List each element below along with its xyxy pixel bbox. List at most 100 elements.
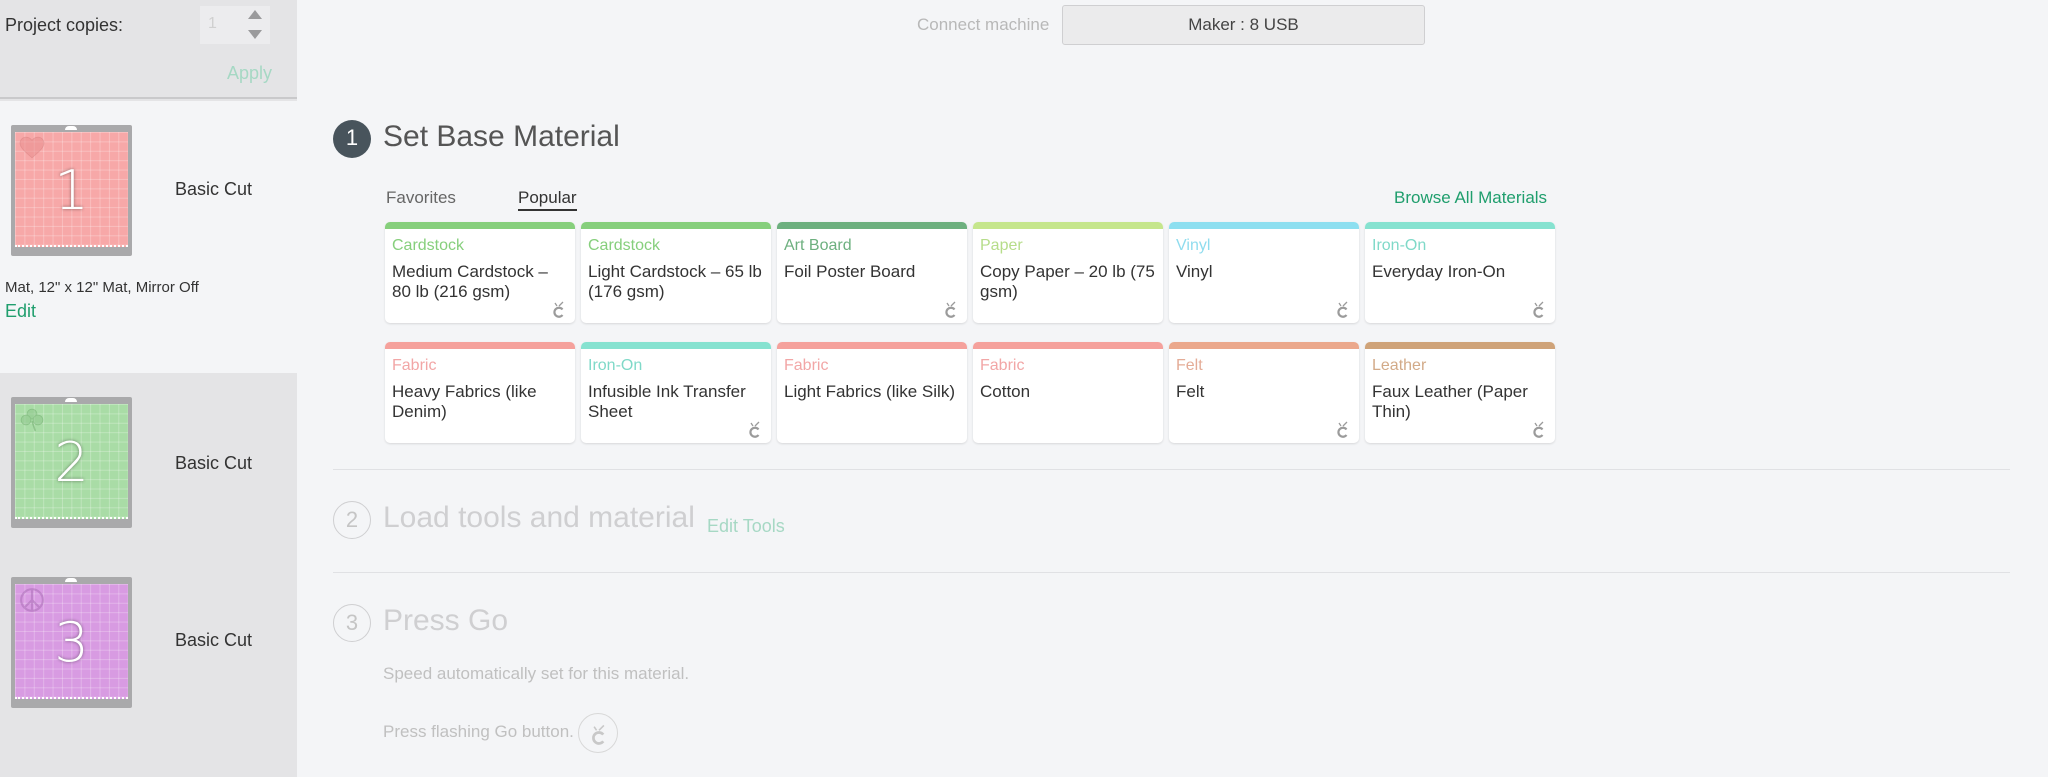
material-card[interactable]: Leather Faux Leather (Paper Thin) bbox=[1365, 342, 1555, 443]
material-card[interactable]: Iron-On Infusible Ink Transfer Sheet bbox=[581, 342, 771, 443]
material-category: Cardstock bbox=[392, 237, 465, 254]
tab-popular[interactable]: Popular bbox=[518, 188, 577, 211]
material-card[interactable]: Art Board Foil Poster Board bbox=[777, 222, 967, 323]
browse-all-materials-link[interactable]: Browse All Materials bbox=[1394, 188, 1547, 208]
material-category: Art Board bbox=[784, 237, 852, 254]
step-1-badge: 1 bbox=[333, 120, 371, 158]
step-2-title: Load tools and material bbox=[383, 501, 695, 534]
material-card[interactable]: Cardstock Medium Cardstock – 80 lb (216 g… bbox=[385, 222, 575, 323]
material-category: Leather bbox=[1372, 357, 1427, 374]
material-color-bar bbox=[973, 342, 1163, 349]
mat-thumbnail[interactable]: 2 bbox=[11, 397, 132, 528]
cricut-material-icon bbox=[1337, 421, 1348, 438]
edit-tools-link[interactable]: Edit Tools bbox=[707, 516, 785, 537]
material-color-bar bbox=[385, 342, 575, 349]
project-copies-value[interactable]: 1 bbox=[208, 15, 217, 33]
material-category: Fabric bbox=[980, 357, 1025, 374]
increment-arrow-icon[interactable] bbox=[248, 10, 262, 19]
mat-sidebar: Project copies: 1 Apply 1 Basic Cut Mat,… bbox=[0, 0, 297, 777]
mat-description: Mat, 12" x 12" Mat, Mirror Off bbox=[5, 279, 199, 296]
material-card[interactable]: Fabric Cotton bbox=[973, 342, 1163, 443]
cricut-material-icon bbox=[553, 301, 564, 318]
mat-number: 3 bbox=[54, 611, 89, 674]
tab-favorites[interactable]: Favorites bbox=[386, 188, 456, 208]
decrement-arrow-icon[interactable] bbox=[248, 30, 262, 39]
project-copies-label: Project copies: bbox=[5, 15, 124, 35]
material-card[interactable]: Fabric Light Fabrics (like Silk) bbox=[777, 342, 967, 443]
apply-button[interactable]: Apply bbox=[227, 63, 272, 84]
step-3-badge: 3 bbox=[333, 604, 371, 642]
material-category: Vinyl bbox=[1176, 237, 1211, 254]
mat-name: Basic Cut bbox=[175, 453, 253, 473]
mat-name: Basic Cut bbox=[175, 630, 253, 650]
mat-item-2[interactable]: 2 Basic Cut bbox=[0, 373, 297, 553]
material-name: Felt bbox=[1176, 382, 1205, 401]
material-name: Cotton bbox=[980, 382, 1031, 401]
material-name: Foil Poster Board bbox=[784, 262, 916, 281]
material-name: Copy Paper – 20 lb (75 gsm) bbox=[980, 262, 1155, 301]
material-category: Fabric bbox=[392, 357, 437, 374]
heart-icon bbox=[19, 136, 45, 159]
mat-name: Basic Cut bbox=[175, 179, 253, 199]
material-color-bar bbox=[1169, 222, 1359, 229]
main-panel: Connect machine Maker : 8 USB 1 Set Base… bbox=[297, 0, 2048, 777]
cricut-material-icon bbox=[1533, 301, 1544, 318]
step-2-badge: 2 bbox=[333, 501, 371, 539]
divider bbox=[333, 572, 2010, 573]
cricut-material-icon bbox=[1533, 421, 1544, 438]
material-color-bar bbox=[1365, 342, 1555, 349]
material-name: Everyday Iron-On bbox=[1372, 262, 1506, 281]
app-window: Project copies: 1 Apply 1 Basic Cut Mat,… bbox=[0, 0, 2048, 777]
material-card[interactable]: Iron-On Everyday Iron-On bbox=[1365, 222, 1555, 323]
material-color-bar bbox=[1169, 342, 1359, 349]
material-name: Medium Cardstock – 80 lb (216 gsm) bbox=[392, 262, 548, 301]
mat-thumbnail[interactable]: 3 bbox=[11, 577, 132, 708]
material-color-bar bbox=[777, 342, 967, 349]
shamrock-icon bbox=[20, 408, 44, 432]
step-1-title: Set Base Material bbox=[383, 120, 620, 153]
material-category: Fabric bbox=[784, 357, 829, 374]
project-copies-panel: Project copies: 1 Apply bbox=[0, 0, 297, 99]
project-copies-stepper[interactable]: 1 bbox=[200, 6, 270, 44]
speed-info-text: Speed automatically set for this materia… bbox=[383, 664, 690, 683]
material-card[interactable]: Fabric Heavy Fabrics (like Denim) bbox=[385, 342, 575, 443]
machine-select-button[interactable]: Maker : 8 USB bbox=[1062, 5, 1425, 45]
material-name: Faux Leather (Paper Thin) bbox=[1372, 382, 1528, 421]
material-color-bar bbox=[581, 222, 771, 229]
mat-item-1[interactable]: 1 Basic Cut Mat, 12" x 12" Mat, Mirror O… bbox=[0, 101, 297, 373]
cricut-material-icon bbox=[749, 421, 760, 438]
material-color-bar bbox=[777, 222, 967, 229]
mat-item-3[interactable]: 3 Basic Cut bbox=[0, 553, 297, 777]
cricut-material-icon bbox=[945, 301, 956, 318]
material-name: Light Cardstock – 65 lb (176 gsm) bbox=[588, 262, 762, 301]
cricut-material-icon bbox=[1337, 301, 1348, 318]
material-name: Infusible Ink Transfer Sheet bbox=[588, 382, 746, 421]
material-color-bar bbox=[581, 342, 771, 349]
material-color-bar bbox=[385, 222, 575, 229]
connect-machine-label: Connect machine bbox=[917, 15, 1050, 34]
material-card[interactable]: Cardstock Light Cardstock – 65 lb (176 gs… bbox=[581, 222, 771, 323]
material-color-bar bbox=[1365, 222, 1555, 229]
cricut-go-icon bbox=[592, 724, 605, 745]
material-name: Vinyl bbox=[1176, 262, 1213, 281]
divider bbox=[333, 469, 2010, 470]
material-name: Heavy Fabrics (like Denim) bbox=[392, 382, 537, 421]
material-category: Iron-On bbox=[588, 357, 643, 374]
mat-notch bbox=[65, 126, 77, 130]
material-category: Paper bbox=[980, 237, 1023, 254]
material-category: Felt bbox=[1176, 357, 1203, 374]
material-card[interactable]: Paper Copy Paper – 20 lb (75 gsm) bbox=[973, 222, 1163, 323]
material-name: Light Fabrics (like Silk) bbox=[784, 382, 955, 401]
material-card[interactable]: Felt Felt bbox=[1169, 342, 1359, 443]
mat-number: 2 bbox=[54, 431, 89, 494]
mat-thumbnail[interactable]: 1 bbox=[11, 125, 132, 256]
press-go-text: Press flashing Go button. bbox=[383, 722, 574, 741]
mat-notch bbox=[65, 578, 77, 582]
material-card[interactable]: Vinyl Vinyl bbox=[1169, 222, 1359, 323]
mat-edit-link[interactable]: Edit bbox=[5, 301, 36, 322]
peace-icon bbox=[20, 588, 44, 612]
go-button-indicator bbox=[578, 713, 618, 753]
material-color-bar bbox=[973, 222, 1163, 229]
material-category: Iron-On bbox=[1372, 237, 1427, 254]
material-category: Cardstock bbox=[588, 237, 661, 254]
